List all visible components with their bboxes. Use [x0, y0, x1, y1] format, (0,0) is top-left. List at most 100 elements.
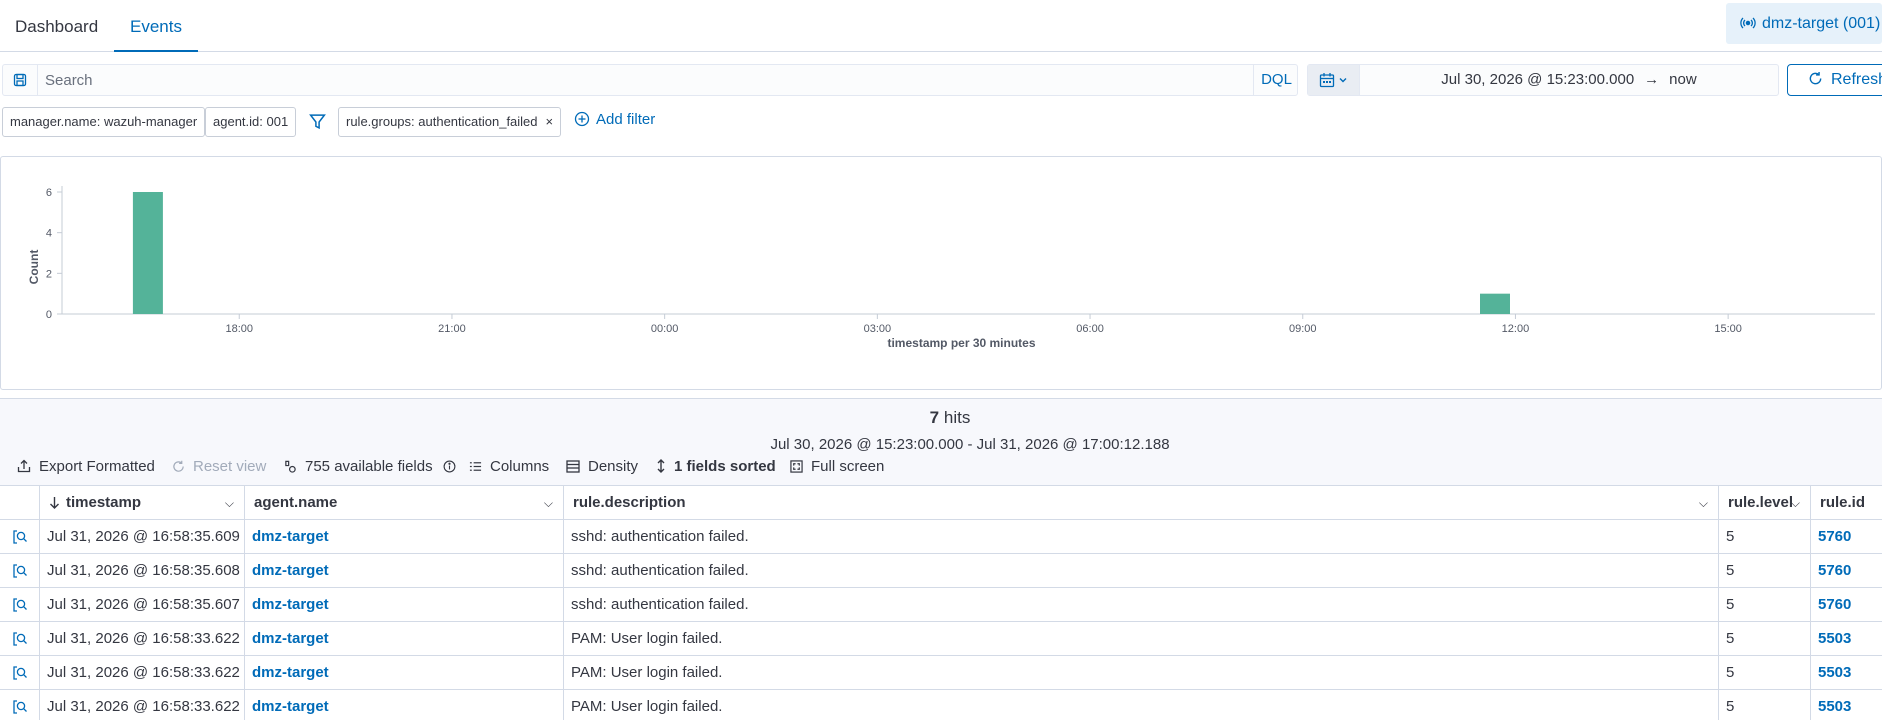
- x-tick-label: 12:00: [1502, 323, 1530, 335]
- x-tick-label: 15:00: [1714, 323, 1742, 335]
- table-row: Jul 31, 2026 @ 16:58:35.609 dmz-target s…: [0, 520, 1882, 554]
- reset-view-button[interactable]: Reset view: [172, 458, 266, 475]
- list-icon: [469, 462, 482, 471]
- results-time-span: Jul 30, 2026 @ 15:23:00.000 - Jul 31, 20…: [770, 436, 1170, 453]
- cell-rule-id[interactable]: 5760: [1811, 588, 1882, 622]
- chevron-down-icon[interactable]: ⌵: [1699, 486, 1708, 520]
- cell-rule-id[interactable]: 5503: [1811, 622, 1882, 656]
- cell-timestamp: Jul 31, 2026 @ 16:58:33.622: [40, 656, 245, 690]
- chevron-down-icon[interactable]: ⌵: [225, 486, 234, 520]
- filter-pill-rule-groups[interactable]: rule.groups: authentication_failed ×: [338, 107, 562, 137]
- column-header-rule-description[interactable]: rule.description ⌵: [564, 486, 1719, 520]
- column-header-rule-level[interactable]: rule.level ⌵: [1719, 486, 1811, 520]
- y-axis-title: Count: [27, 250, 41, 285]
- fields-icon: [285, 460, 296, 473]
- search-input[interactable]: [45, 68, 1245, 92]
- date-start[interactable]: Jul 30, 2026 @ 15:23:00.000: [1441, 71, 1634, 88]
- cell-rule-description: sshd: authentication failed.: [564, 554, 1719, 588]
- inspect-document-button[interactable]: [0, 622, 40, 656]
- inspect-icon: [12, 632, 27, 646]
- export-formatted-button[interactable]: Export Formatted: [17, 458, 155, 475]
- date-end[interactable]: now: [1669, 71, 1697, 88]
- density-button[interactable]: Density: [566, 458, 638, 475]
- filter-pill-agent-id[interactable]: agent.id: 001: [205, 107, 297, 137]
- quick-date-menu-button[interactable]: [1308, 65, 1360, 95]
- plus-circle-icon: [574, 111, 590, 127]
- agent-selector-button[interactable]: dmz-target (001): [1726, 3, 1882, 44]
- filter-pill-label: rule.groups: authentication_failed: [346, 114, 538, 129]
- table-row: Jul 31, 2026 @ 16:58:35.607 dmz-target s…: [0, 588, 1882, 622]
- tab-events[interactable]: Events: [114, 0, 198, 52]
- chevron-down-icon[interactable]: ⌵: [1791, 486, 1800, 520]
- cell-timestamp: Jul 31, 2026 @ 16:58:35.607: [40, 588, 245, 622]
- inspect-icon: [12, 598, 27, 612]
- available-fields-button[interactable]: 755 available fields: [284, 458, 456, 475]
- inspect-icon: [12, 700, 27, 714]
- cell-agent-name[interactable]: dmz-target: [245, 520, 564, 554]
- cell-agent-name[interactable]: dmz-target: [245, 588, 564, 622]
- cell-rule-id[interactable]: 5760: [1811, 554, 1882, 588]
- columns-label: Columns: [490, 458, 550, 475]
- export-label: Export Formatted: [39, 458, 155, 475]
- table-density-icon: [566, 460, 580, 473]
- columns-button[interactable]: Columns: [469, 458, 549, 475]
- inspect-document-button[interactable]: [0, 656, 40, 690]
- date-range-display[interactable]: Jul 30, 2026 @ 15:23:00.000 → now: [1360, 65, 1778, 95]
- column-header-timestamp[interactable]: timestamp ⌵: [40, 486, 245, 520]
- table-row: Jul 31, 2026 @ 16:58:33.622 dmz-target P…: [0, 690, 1882, 720]
- y-tick-label: 4: [46, 228, 52, 240]
- query-language-button[interactable]: DQL: [1253, 65, 1299, 95]
- cell-rule-id[interactable]: 5503: [1811, 656, 1882, 690]
- filter-pill-manager-name[interactable]: manager.name: wazuh-manager: [2, 107, 206, 137]
- refresh-button[interactable]: Refresh: [1787, 64, 1882, 96]
- cell-rule-level: 5: [1719, 690, 1811, 720]
- cell-rule-level: 5: [1719, 520, 1811, 554]
- cell-agent-name[interactable]: dmz-target: [245, 622, 564, 656]
- reset-label: Reset view: [193, 458, 267, 475]
- hits-label: hits: [943, 408, 971, 427]
- full-screen-button[interactable]: Full screen: [790, 458, 884, 475]
- column-label-agent-name: agent.name: [254, 494, 338, 511]
- table-row: Jul 31, 2026 @ 16:58:33.622 dmz-target P…: [0, 656, 1882, 690]
- histogram-panel: 0 2 4 6 18:00 21:00 00:00 03:00 06:00 09:00 12:00 1…: [0, 156, 1882, 390]
- cell-agent-name[interactable]: dmz-target: [245, 656, 564, 690]
- chevron-down-icon[interactable]: ⌵: [544, 486, 553, 520]
- cell-rule-description: PAM: User login failed.: [564, 622, 1719, 656]
- inspect-document-button[interactable]: [0, 554, 40, 588]
- agent-selector-label: dmz-target (001): [1762, 15, 1881, 32]
- column-header-agent-name[interactable]: agent.name ⌵: [245, 486, 564, 520]
- column-label-rule-id: rule.id: [1820, 494, 1866, 511]
- sort-descending-icon: [50, 497, 59, 509]
- inspect-document-button[interactable]: [0, 588, 40, 622]
- x-axis-title: timestamp per 30 minutes: [887, 336, 1035, 350]
- column-label-timestamp: timestamp: [66, 494, 142, 511]
- refresh-icon: [1809, 71, 1822, 85]
- cell-rule-level: 5: [1719, 622, 1811, 656]
- inspect-document-button[interactable]: [0, 520, 40, 554]
- cell-rule-id[interactable]: 5503: [1811, 690, 1882, 720]
- inspect-icon: [12, 530, 27, 544]
- add-filter-button[interactable]: Add filter: [574, 111, 655, 128]
- y-tick-label: 2: [46, 268, 52, 280]
- header-control-column: [0, 486, 40, 520]
- cell-agent-name[interactable]: dmz-target: [245, 690, 564, 720]
- histogram-chart: 0 2 4 6 18:00 21:00 00:00 03:00 06:00 09:00 12:00 1…: [27, 186, 1875, 350]
- filter-icon[interactable]: [309, 113, 326, 135]
- export-icon: [17, 459, 31, 473]
- sort-label: 1 fields sorted: [674, 458, 776, 475]
- events-data-grid: timestamp ⌵ agent.name ⌵ rule.description ⌵…: [0, 485, 1882, 720]
- x-tick-label: 03:00: [864, 323, 892, 335]
- tab-dashboard[interactable]: Dashboard: [15, 0, 98, 52]
- remove-filter-icon[interactable]: ×: [546, 114, 554, 129]
- fullscreen-label: Full screen: [811, 458, 885, 475]
- date-picker: Jul 30, 2026 @ 15:23:00.000 → now: [1307, 64, 1779, 96]
- column-label-rule-level: rule.level: [1728, 494, 1794, 511]
- cell-rule-level: 5: [1719, 554, 1811, 588]
- sort-fields-button[interactable]: 1 fields sorted: [656, 458, 776, 475]
- column-header-rule-id[interactable]: rule.id: [1811, 486, 1882, 520]
- saved-query-button[interactable]: [3, 65, 38, 95]
- cell-rule-id[interactable]: 5760: [1811, 520, 1882, 554]
- cell-agent-name[interactable]: dmz-target: [245, 554, 564, 588]
- inspect-document-button[interactable]: [0, 690, 40, 720]
- calendar-icon: [1319, 73, 1335, 88]
